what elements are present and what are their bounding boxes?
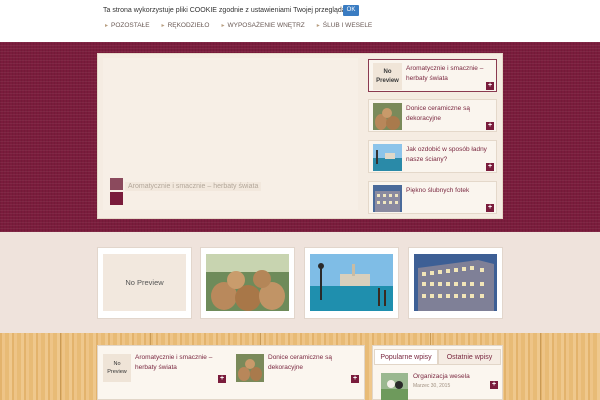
main-nav: ▸ POZOSTAŁE ▸ RĘKODZIEŁO ▸ WYPOSAŻENIE WNĘT… xyxy=(105,22,372,29)
tab-recent[interactable]: Ostatnie wpisy xyxy=(438,349,501,365)
widget-post-date: Marzec 30, 2015 xyxy=(413,383,451,389)
pots-image xyxy=(373,103,402,130)
side-item-title: Donice ceramiczne są dekoracyjne xyxy=(406,105,470,122)
plus-icon[interactable]: + xyxy=(486,82,494,90)
no-preview-thumb: No Preview xyxy=(373,63,402,90)
slider-side-item[interactable]: No Preview Aromatycznie i smacznie – her… xyxy=(368,59,497,92)
slider-next-control[interactable] xyxy=(110,192,123,205)
slider-prev-control[interactable] xyxy=(110,178,123,190)
wedding-image xyxy=(381,373,408,400)
wood-divider xyxy=(540,333,541,400)
nav-label: ŚLUB I WESELE xyxy=(322,22,373,29)
no-preview-thumb: No Preview xyxy=(103,354,131,382)
side-item-title: Aromatycznie i smacznie – herbaty świata xyxy=(406,65,484,82)
nav-label: WYPOSAŻENIE WNĘTRZ xyxy=(227,22,305,29)
building-image xyxy=(414,254,497,311)
nav-item-slub[interactable]: ▸ ŚLUB I WESELE xyxy=(317,22,373,29)
top-bar: Ta strona wykorzystuje pliki COOKIE zgod… xyxy=(0,0,600,42)
pots-image xyxy=(236,354,264,382)
nav-bullet-icon: ▸ xyxy=(161,23,165,29)
post-item[interactable]: No Preview Aromatycznie i smacznie – her… xyxy=(97,350,226,384)
cookie-ok-button[interactable]: OK xyxy=(343,5,359,16)
plus-icon[interactable]: + xyxy=(218,375,226,383)
side-item-title: Jak ozdobić w sposób ładny nasze ściany? xyxy=(406,146,487,163)
no-preview-thumb: No Preview xyxy=(103,254,186,311)
nav-label: RĘKODZIEŁO xyxy=(167,22,210,29)
plus-icon[interactable]: + xyxy=(490,381,498,389)
nav-item-rekodzielo[interactable]: ▸ RĘKODZIEŁO xyxy=(162,22,210,29)
nav-item-wyposazenie[interactable]: ▸ WYPOSAŻENIE WNĘTRZ xyxy=(221,22,304,29)
nav-label: POZOSTAŁE xyxy=(111,22,150,29)
nav-bullet-icon: ▸ xyxy=(105,23,109,29)
thumb-card[interactable] xyxy=(304,247,399,319)
plus-icon[interactable]: + xyxy=(351,375,359,383)
post-title[interactable]: Donice ceramiczne są dekoracyjne xyxy=(268,353,350,373)
plus-icon[interactable]: + xyxy=(486,204,494,212)
nav-bullet-icon: ▸ xyxy=(316,23,320,29)
slider-caption[interactable]: Aromatycznie i smacznie – herbaty świata xyxy=(125,182,262,191)
slider-side-item[interactable]: Donice ceramiczne są dekoracyjne + xyxy=(368,99,497,132)
plus-icon[interactable]: + xyxy=(486,163,494,171)
pots-image xyxy=(206,254,289,311)
slider-side-item[interactable]: Jak ozdobić w sposób ładny nasze ściany?… xyxy=(368,140,497,173)
plus-icon[interactable]: + xyxy=(486,122,494,130)
thumb-card[interactable]: No Preview xyxy=(97,247,192,319)
thumb-card[interactable] xyxy=(200,247,295,319)
harbor-image xyxy=(373,144,402,171)
harbor-image xyxy=(310,254,393,311)
wood-divider xyxy=(60,333,61,400)
cookie-message: Ta strona wykorzystuje pliki COOKIE zgod… xyxy=(103,7,355,14)
post-title[interactable]: Aromatycznie i smacznie – herbaty świata xyxy=(135,353,217,373)
nav-bullet-icon: ▸ xyxy=(221,23,225,29)
nav-item-pozostale[interactable]: ▸ POZOSTAŁE xyxy=(105,22,150,29)
widget-post-title[interactable]: Organizacja wesela xyxy=(413,373,470,380)
slider-side-item[interactable]: Piękno ślubnych fotek + xyxy=(368,181,497,214)
building-image xyxy=(373,185,402,212)
tab-popular[interactable]: Popularne wpisy xyxy=(374,349,438,365)
thumb-card[interactable] xyxy=(408,247,503,319)
side-item-title: Piękno ślubnych fotek xyxy=(406,187,470,194)
post-item[interactable]: Donice ceramiczne są dekoracyjne + xyxy=(230,350,359,384)
